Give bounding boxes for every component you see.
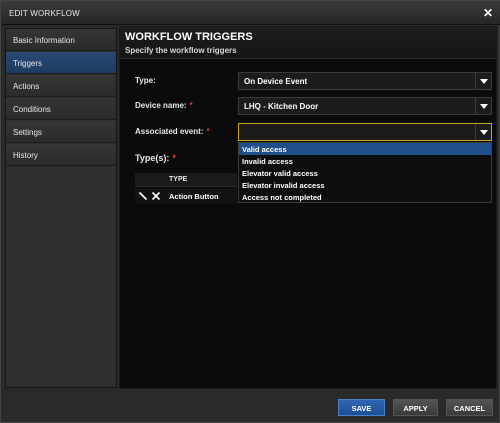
event-option-elevator-valid-access[interactable]: Elevator valid access bbox=[239, 167, 491, 179]
table-row: Action Button bbox=[135, 188, 237, 204]
event-option-invalid-access[interactable]: Invalid access bbox=[239, 155, 491, 167]
sidebar-item-conditions[interactable]: Conditions bbox=[6, 98, 116, 120]
edit-workflow-dialog: EDIT WORKFLOW ✕ Basic Information Trigge… bbox=[0, 0, 500, 423]
chevron-down-icon[interactable] bbox=[475, 98, 491, 114]
sidebar-item-label: Basic Information bbox=[13, 36, 75, 45]
panel-header: WORKFLOW TRIGGERS Specify the workflow t… bbox=[120, 27, 496, 59]
types-label: Type(s): * bbox=[135, 153, 176, 163]
associated-event-select[interactable] bbox=[238, 123, 492, 141]
sidebar-nav: Basic Information Triggers Actions Condi… bbox=[5, 28, 117, 388]
main-panel: WORKFLOW TRIGGERS Specify the workflow t… bbox=[119, 26, 497, 389]
page-title: WORKFLOW TRIGGERS bbox=[125, 31, 253, 43]
sidebar-item-label: Actions bbox=[13, 82, 40, 91]
save-button[interactable]: SAVE bbox=[338, 399, 385, 416]
required-marker: * bbox=[172, 153, 176, 163]
type-label: Type: bbox=[135, 76, 156, 85]
chevron-down-icon[interactable] bbox=[475, 124, 491, 140]
device-name-label: Device name: * bbox=[135, 101, 193, 110]
type-select-value: On Device Event bbox=[244, 77, 308, 86]
cancel-button[interactable]: CANCEL bbox=[446, 399, 493, 416]
associated-event-dropdown: Valid access Invalid access Elevator val… bbox=[238, 142, 492, 203]
device-name-select[interactable]: LHQ - Kitchen Door bbox=[238, 97, 492, 115]
table-header: TYPE bbox=[135, 173, 237, 187]
sidebar-item-triggers[interactable]: Triggers bbox=[6, 52, 116, 74]
event-option-valid-access[interactable]: Valid access bbox=[239, 143, 491, 155]
sidebar-item-history[interactable]: History bbox=[6, 144, 116, 166]
apply-button[interactable]: APPLY bbox=[393, 399, 438, 416]
associated-event-label: Associated event: * bbox=[135, 127, 210, 136]
column-header-type: TYPE bbox=[169, 176, 188, 183]
sidebar-item-label: Settings bbox=[13, 128, 42, 137]
delete-icon[interactable] bbox=[151, 191, 161, 201]
type-select[interactable]: On Device Event bbox=[238, 72, 492, 90]
sidebar-item-label: History bbox=[13, 151, 38, 160]
type-cell: Action Button bbox=[169, 192, 219, 201]
dialog-titlebar: EDIT WORKFLOW ✕ bbox=[1, 1, 500, 25]
event-option-elevator-invalid-access[interactable]: Elevator invalid access bbox=[239, 179, 491, 191]
sidebar-item-label: Triggers bbox=[13, 59, 43, 68]
close-icon[interactable]: ✕ bbox=[483, 6, 493, 20]
chevron-down-icon[interactable] bbox=[475, 73, 491, 89]
page-subtitle: Specify the workflow triggers bbox=[125, 46, 237, 55]
sidebar-item-settings[interactable]: Settings bbox=[6, 121, 116, 143]
sidebar-item-basic-information[interactable]: Basic Information bbox=[6, 29, 116, 51]
event-option-access-not-completed[interactable]: Access not completed bbox=[239, 191, 491, 203]
edit-icon[interactable] bbox=[138, 191, 148, 201]
device-select-value: LHQ - Kitchen Door bbox=[244, 102, 319, 111]
sidebar-item-label: Conditions bbox=[13, 105, 51, 114]
required-marker: * bbox=[206, 127, 210, 136]
required-marker: * bbox=[189, 101, 193, 110]
dialog-title: EDIT WORKFLOW bbox=[9, 9, 80, 18]
sidebar-item-actions[interactable]: Actions bbox=[6, 75, 116, 97]
